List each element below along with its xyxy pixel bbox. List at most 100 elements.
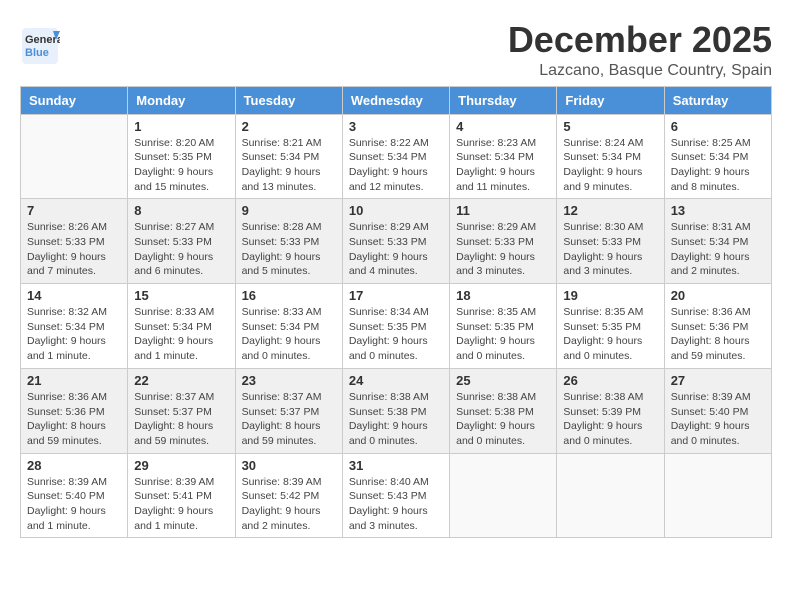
- day-info: Sunrise: 8:33 AM Sunset: 5:34 PM Dayligh…: [134, 305, 228, 364]
- day-number: 27: [671, 373, 765, 388]
- day-number: 7: [27, 203, 121, 218]
- day-header-tuesday: Tuesday: [235, 86, 342, 114]
- day-number: 26: [563, 373, 657, 388]
- calendar-header-row: SundayMondayTuesdayWednesdayThursdayFrid…: [21, 86, 772, 114]
- calendar-cell: 28Sunrise: 8:39 AM Sunset: 5:40 PM Dayli…: [21, 453, 128, 538]
- day-info: Sunrise: 8:39 AM Sunset: 5:42 PM Dayligh…: [242, 475, 336, 534]
- title-block: December 2025 Lazcano, Basque Country, S…: [508, 20, 772, 80]
- day-number: 14: [27, 288, 121, 303]
- day-header-sunday: Sunday: [21, 86, 128, 114]
- logo: General Blue: [20, 26, 60, 66]
- calendar-cell: 7 Sunrise: 8:26 AM Sunset: 5:33 PM Daylig…: [21, 199, 128, 284]
- calendar-week-row: 21Sunrise: 8:36 AM Sunset: 5:36 PM Dayli…: [21, 368, 772, 453]
- day-info: Sunrise: 8:38 AM Sunset: 5:38 PM Dayligh…: [349, 390, 443, 449]
- calendar-table: SundayMondayTuesdayWednesdayThursdayFrid…: [20, 86, 772, 539]
- calendar-cell: 5Sunrise: 8:24 AM Sunset: 5:34 PM Daylig…: [557, 114, 664, 199]
- day-number: 30: [242, 458, 336, 473]
- day-number: 8: [134, 203, 228, 218]
- logo-svg: General Blue: [20, 26, 60, 66]
- calendar-cell: 18 Sunrise: 8:35 AM Sunset: 5:35 PM Dayli…: [450, 284, 557, 369]
- calendar-week-row: 14Sunrise: 8:32 AM Sunset: 5:34 PM Dayli…: [21, 284, 772, 369]
- day-info: Sunrise: 8:31 AM Sunset: 5:34 PM Dayligh…: [671, 220, 765, 279]
- day-number: 3: [349, 119, 443, 134]
- day-info: Sunrise: 8:36 AM Sunset: 5:36 PM Dayligh…: [27, 390, 121, 449]
- day-header-thursday: Thursday: [450, 86, 557, 114]
- calendar-week-row: 7 Sunrise: 8:26 AM Sunset: 5:33 PM Daylig…: [21, 199, 772, 284]
- calendar-cell: 15 Sunrise: 8:33 AM Sunset: 5:34 PM Dayli…: [128, 284, 235, 369]
- day-number: 18: [456, 288, 550, 303]
- day-number: 6: [671, 119, 765, 134]
- calendar-cell: 24 Sunrise: 8:38 AM Sunset: 5:38 PM Dayli…: [342, 368, 449, 453]
- calendar-cell: 21Sunrise: 8:36 AM Sunset: 5:36 PM Dayli…: [21, 368, 128, 453]
- calendar-cell: 29 Sunrise: 8:39 AM Sunset: 5:41 PM Dayli…: [128, 453, 235, 538]
- day-info: Sunrise: 8:35 AM Sunset: 5:35 PM Dayligh…: [563, 305, 657, 364]
- calendar-cell: 11 Sunrise: 8:29 AM Sunset: 5:33 PM Dayli…: [450, 199, 557, 284]
- day-number: 9: [242, 203, 336, 218]
- day-info: Sunrise: 8:27 AM Sunset: 5:33 PM Dayligh…: [134, 220, 228, 279]
- day-info: Sunrise: 8:23 AM Sunset: 5:34 PM Dayligh…: [456, 136, 550, 195]
- logo: General Blue: [20, 26, 60, 66]
- calendar-cell: 3 Sunrise: 8:22 AM Sunset: 5:34 PM Daylig…: [342, 114, 449, 199]
- calendar-cell: 27 Sunrise: 8:39 AM Sunset: 5:40 PM Dayli…: [664, 368, 771, 453]
- calendar-week-row: 1 Sunrise: 8:20 AM Sunset: 5:35 PM Daylig…: [21, 114, 772, 199]
- calendar-cell: 2Sunrise: 8:21 AM Sunset: 5:34 PM Daylig…: [235, 114, 342, 199]
- day-number: 16: [242, 288, 336, 303]
- day-number: 15: [134, 288, 228, 303]
- day-number: 4: [456, 119, 550, 134]
- day-info: Sunrise: 8:39 AM Sunset: 5:40 PM Dayligh…: [671, 390, 765, 449]
- day-info: Sunrise: 8:26 AM Sunset: 5:33 PM Dayligh…: [27, 220, 121, 279]
- day-info: Sunrise: 8:37 AM Sunset: 5:37 PM Dayligh…: [134, 390, 228, 449]
- calendar-cell: 16 Sunrise: 8:33 AM Sunset: 5:34 PM Dayli…: [235, 284, 342, 369]
- calendar-cell: [450, 453, 557, 538]
- day-info: Sunrise: 8:39 AM Sunset: 5:40 PM Dayligh…: [27, 475, 121, 534]
- day-number: 20: [671, 288, 765, 303]
- calendar-cell: 17 Sunrise: 8:34 AM Sunset: 5:35 PM Dayli…: [342, 284, 449, 369]
- page-header: General Blue December 2025 Lazcano, Basq…: [20, 20, 772, 80]
- day-info: Sunrise: 8:40 AM Sunset: 5:43 PM Dayligh…: [349, 475, 443, 534]
- calendar-cell: 30 Sunrise: 8:39 AM Sunset: 5:42 PM Dayli…: [235, 453, 342, 538]
- day-number: 23: [242, 373, 336, 388]
- day-number: 29: [134, 458, 228, 473]
- calendar-cell: 31 Sunrise: 8:40 AM Sunset: 5:43 PM Dayli…: [342, 453, 449, 538]
- day-number: 17: [349, 288, 443, 303]
- calendar-cell: 4 Sunrise: 8:23 AM Sunset: 5:34 PM Daylig…: [450, 114, 557, 199]
- day-number: 25: [456, 373, 550, 388]
- day-info: Sunrise: 8:35 AM Sunset: 5:35 PM Dayligh…: [456, 305, 550, 364]
- day-info: Sunrise: 8:25 AM Sunset: 5:34 PM Dayligh…: [671, 136, 765, 195]
- calendar-cell: 25Sunrise: 8:38 AM Sunset: 5:38 PM Dayli…: [450, 368, 557, 453]
- day-info: Sunrise: 8:37 AM Sunset: 5:37 PM Dayligh…: [242, 390, 336, 449]
- calendar-cell: 23 Sunrise: 8:37 AM Sunset: 5:37 PM Dayli…: [235, 368, 342, 453]
- calendar-cell: 22 Sunrise: 8:37 AM Sunset: 5:37 PM Dayli…: [128, 368, 235, 453]
- day-number: 31: [349, 458, 443, 473]
- calendar-cell: 12 Sunrise: 8:30 AM Sunset: 5:33 PM Dayli…: [557, 199, 664, 284]
- calendar-cell: 8 Sunrise: 8:27 AM Sunset: 5:33 PM Daylig…: [128, 199, 235, 284]
- day-number: 11: [456, 203, 550, 218]
- calendar-cell: 13Sunrise: 8:31 AM Sunset: 5:34 PM Dayli…: [664, 199, 771, 284]
- calendar-cell: 14Sunrise: 8:32 AM Sunset: 5:34 PM Dayli…: [21, 284, 128, 369]
- calendar-cell: [557, 453, 664, 538]
- day-info: Sunrise: 8:39 AM Sunset: 5:41 PM Dayligh…: [134, 475, 228, 534]
- day-info: Sunrise: 8:30 AM Sunset: 5:33 PM Dayligh…: [563, 220, 657, 279]
- calendar-cell: 9Sunrise: 8:28 AM Sunset: 5:33 PM Daylig…: [235, 199, 342, 284]
- day-number: 2: [242, 119, 336, 134]
- day-header-saturday: Saturday: [664, 86, 771, 114]
- day-number: 19: [563, 288, 657, 303]
- day-number: 1: [134, 119, 228, 134]
- day-info: Sunrise: 8:29 AM Sunset: 5:33 PM Dayligh…: [456, 220, 550, 279]
- calendar-cell: 1 Sunrise: 8:20 AM Sunset: 5:35 PM Daylig…: [128, 114, 235, 199]
- calendar-cell: 20Sunrise: 8:36 AM Sunset: 5:36 PM Dayli…: [664, 284, 771, 369]
- day-info: Sunrise: 8:34 AM Sunset: 5:35 PM Dayligh…: [349, 305, 443, 364]
- calendar-week-row: 28Sunrise: 8:39 AM Sunset: 5:40 PM Dayli…: [21, 453, 772, 538]
- day-header-friday: Friday: [557, 86, 664, 114]
- day-number: 12: [563, 203, 657, 218]
- location: Lazcano, Basque Country, Spain: [508, 62, 772, 80]
- day-number: 22: [134, 373, 228, 388]
- day-info: Sunrise: 8:33 AM Sunset: 5:34 PM Dayligh…: [242, 305, 336, 364]
- day-info: Sunrise: 8:20 AM Sunset: 5:35 PM Dayligh…: [134, 136, 228, 195]
- calendar-cell: 19 Sunrise: 8:35 AM Sunset: 5:35 PM Dayli…: [557, 284, 664, 369]
- calendar-cell: 10Sunrise: 8:29 AM Sunset: 5:33 PM Dayli…: [342, 199, 449, 284]
- day-info: Sunrise: 8:38 AM Sunset: 5:39 PM Dayligh…: [563, 390, 657, 449]
- day-number: 24: [349, 373, 443, 388]
- calendar-cell: 6 Sunrise: 8:25 AM Sunset: 5:34 PM Daylig…: [664, 114, 771, 199]
- day-info: Sunrise: 8:22 AM Sunset: 5:34 PM Dayligh…: [349, 136, 443, 195]
